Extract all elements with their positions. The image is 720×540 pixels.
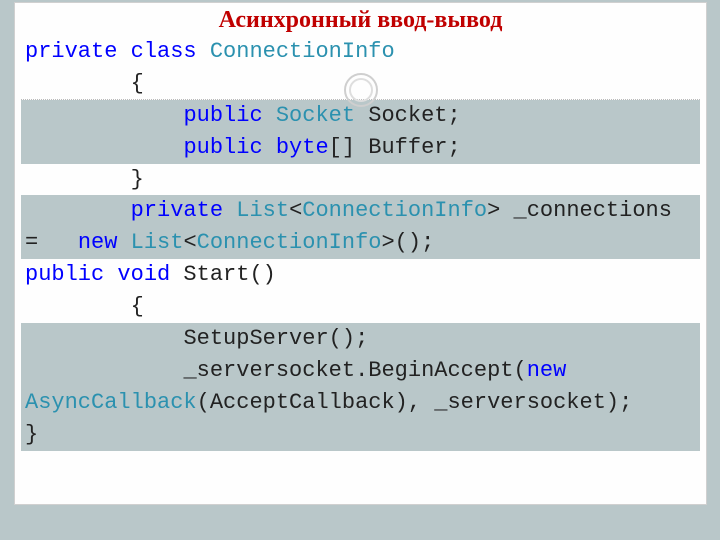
- txt-beginaccept: _serversocket.BeginAccept(: [183, 358, 526, 383]
- code-line: SetupServer();: [21, 323, 700, 355]
- kw-public: public: [183, 103, 262, 128]
- txt-buffer-field: [] Buffer;: [329, 135, 461, 160]
- kw-class: class: [131, 39, 197, 64]
- brace-open: {: [131, 294, 144, 319]
- type-list: List: [236, 198, 289, 223]
- type-conninfo: ConnectionInfo: [210, 39, 395, 64]
- type-conninfo: ConnectionInfo: [302, 198, 487, 223]
- txt-setup: SetupServer();: [183, 326, 368, 351]
- brace-open: {: [131, 71, 144, 96]
- title-ornament-icon: [342, 71, 380, 109]
- kw-void: void: [117, 262, 170, 287]
- type-asynccb: AsyncCallback: [25, 390, 197, 415]
- code-line: _serversocket.BeginAccept(new AsyncCallb…: [21, 355, 700, 451]
- code-line: }: [21, 164, 700, 196]
- gt: >: [487, 198, 500, 223]
- code-line: private List<ConnectionInfo> _connection…: [21, 195, 700, 259]
- lt: <: [183, 230, 196, 255]
- kw-private: private: [25, 39, 117, 64]
- code-line: public byte[] Buffer;: [21, 132, 700, 164]
- code-line: private class ConnectionInfo: [21, 36, 700, 68]
- txt-start: Start(): [170, 262, 276, 287]
- lt: <: [289, 198, 302, 223]
- type-conninfo: ConnectionInfo: [197, 230, 382, 255]
- slide-title: Асинхронный ввод-вывод: [15, 7, 706, 34]
- kw-new: new: [78, 230, 118, 255]
- brace-close: }: [131, 167, 144, 192]
- type-byte: byte: [276, 135, 329, 160]
- kw-private: private: [131, 198, 223, 223]
- code-line: public void Start(): [21, 259, 700, 291]
- kw-public: public: [183, 135, 262, 160]
- kw-new: new: [527, 358, 567, 383]
- code-line: {: [21, 291, 700, 323]
- type-list: List: [131, 230, 184, 255]
- slide-container: Асинхронный ввод-вывод private class Con…: [14, 2, 707, 505]
- paren-semicolon: >();: [381, 230, 434, 255]
- kw-public: public: [25, 262, 104, 287]
